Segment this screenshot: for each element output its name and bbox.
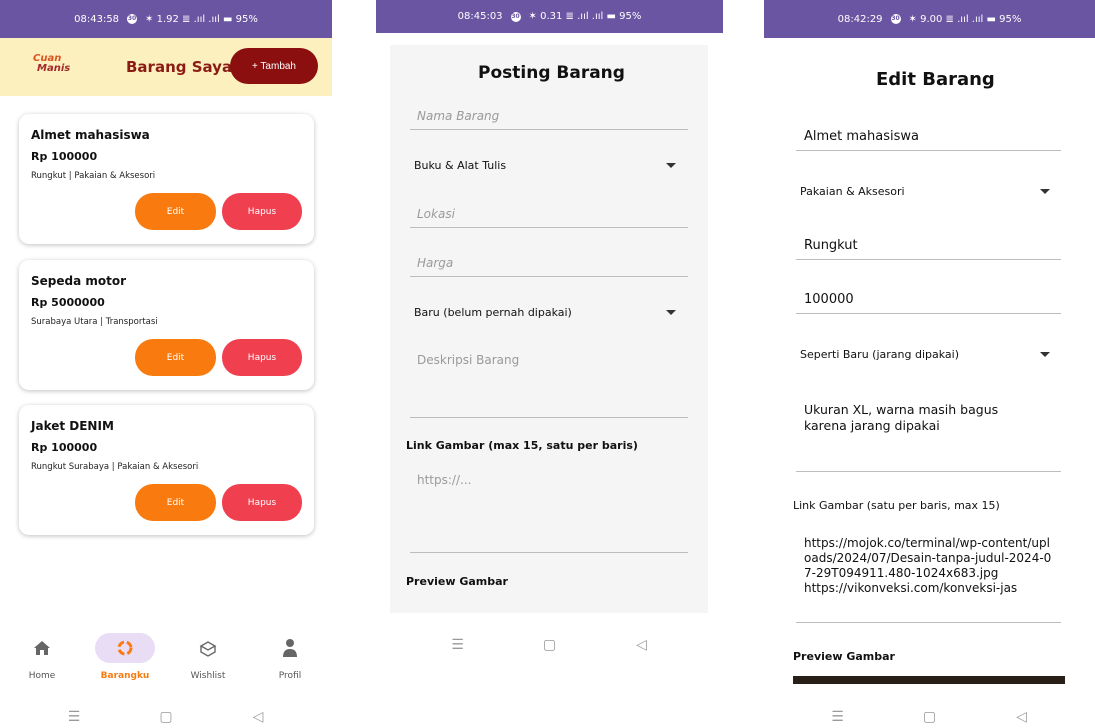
tab-label: Home bbox=[28, 671, 56, 681]
gift-icon bbox=[178, 633, 238, 663]
category-select[interactable]: Pakaian & Aksesori bbox=[800, 185, 1050, 198]
category-value: Pakaian & Aksesori bbox=[800, 185, 905, 198]
status-bar: 08:43:58 30 ✶ 1.92 ≣ .ııl .ııl ▬ 95% bbox=[0, 0, 332, 38]
item-name: Sepeda motor bbox=[31, 274, 127, 288]
preview-label: Preview Gambar bbox=[793, 650, 895, 663]
tab-label: Profil bbox=[278, 671, 302, 681]
back-icon[interactable]: ◁ bbox=[1011, 708, 1033, 726]
edit-button[interactable]: Edit bbox=[135, 193, 216, 230]
dropdown-caret-icon bbox=[666, 163, 676, 168]
condition-value: Baru (belum pernah dipakai) bbox=[414, 306, 572, 319]
status-icons: ✶ 9.00 ≣ .ııl .ııl ▬ 95% bbox=[908, 13, 1022, 25]
status-bar: 08:45:03 30 ✶ 0.31 ≣ .ııl .ııl ▬ 95% bbox=[376, 0, 723, 33]
status-bar: 08:42:29 30 ✶ 9.00 ≣ .ııl .ııl ▬ 95% bbox=[764, 0, 1095, 38]
delete-button[interactable]: Hapus bbox=[222, 339, 302, 376]
back-icon[interactable]: ◁ bbox=[631, 636, 653, 654]
delete-button[interactable]: Hapus bbox=[222, 193, 302, 230]
category-value: Buku & Alat Tulis bbox=[414, 159, 507, 172]
item-name: Almet mahasiswa bbox=[31, 128, 150, 142]
person-icon bbox=[260, 633, 320, 663]
menu-icon[interactable]: ☰ bbox=[63, 708, 85, 726]
status-icons: ✶ 1.92 ≣ .ııl .ııl ▬ 95% bbox=[145, 13, 258, 25]
edit-button[interactable]: Edit bbox=[135, 339, 216, 376]
notification-icon: 30 bbox=[890, 14, 901, 24]
phone-barang-saya: 08:43:58 30 ✶ 1.92 ≣ .ııl .ııl ▬ 95% Cua… bbox=[0, 0, 332, 728]
notification-icon: 30 bbox=[510, 11, 521, 22]
tab-label: Wishlist bbox=[190, 671, 226, 681]
phone-edit-barang: 08:42:29 30 ✶ 9.00 ≣ .ııl .ııl ▬ 95% Edi… bbox=[764, 0, 1095, 728]
home-square-icon[interactable]: ▢ bbox=[155, 708, 177, 726]
dropdown-caret-icon bbox=[1040, 352, 1050, 357]
item-price: Rp 100000 bbox=[31, 441, 98, 454]
page-title: Barang Saya bbox=[126, 58, 233, 76]
link-gambar-label: Link Gambar (satu per baris, max 15) bbox=[793, 499, 1000, 512]
preview-image bbox=[793, 676, 1065, 684]
harga-input[interactable]: Harga bbox=[410, 256, 688, 277]
item-meta: Rungkut | Pakaian & Aksesori bbox=[31, 171, 156, 181]
system-nav-bar: ☰ ▢ ◁ bbox=[376, 636, 723, 654]
page-title: Edit Barang bbox=[876, 69, 995, 90]
home-icon bbox=[12, 633, 72, 663]
item-meta: Rungkut Surabaya | Pakaian & Aksesori bbox=[31, 462, 199, 472]
item-price: Rp 5000000 bbox=[31, 296, 105, 309]
link-gambar-textarea[interactable]: https://mojok.co/terminal/wp-content/upl… bbox=[796, 536, 1061, 623]
condition-value: Seperti Baru (jarang dipakai) bbox=[800, 348, 959, 361]
page-title: Posting Barang bbox=[478, 63, 625, 83]
preview-label: Preview Gambar bbox=[406, 575, 508, 588]
dropdown-caret-icon bbox=[1040, 189, 1050, 194]
system-nav-bar: ☰ ▢ ◁ bbox=[764, 708, 1095, 726]
tab-profil[interactable]: Profil bbox=[255, 633, 325, 681]
deskripsi-textarea[interactable]: Deskripsi Barang bbox=[410, 353, 688, 418]
harga-input[interactable]: 100000 bbox=[796, 292, 1061, 314]
tab-home[interactable]: Home bbox=[7, 633, 77, 681]
nama-barang-input[interactable]: Nama Barang bbox=[410, 109, 688, 130]
add-item-button[interactable]: + Tambah bbox=[230, 48, 318, 84]
back-icon[interactable]: ◁ bbox=[247, 708, 269, 726]
condition-select[interactable]: Seperti Baru (jarang dipakai) bbox=[800, 348, 1050, 361]
status-time: 08:42:29 bbox=[837, 13, 883, 25]
condition-select[interactable]: Baru (belum pernah dipakai) bbox=[414, 306, 676, 319]
item-name: Jaket DENIM bbox=[31, 419, 114, 433]
menu-icon[interactable]: ☰ bbox=[827, 708, 849, 726]
item-meta: Surabaya Utara | Transportasi bbox=[31, 317, 158, 327]
system-nav-bar: ☰ ▢ ◁ bbox=[0, 708, 332, 726]
item-card: Almet mahasiswa Rp 100000 Rungkut | Paka… bbox=[19, 114, 314, 244]
form-panel: Posting Barang Nama Barang Buku & Alat T… bbox=[390, 45, 708, 613]
deskripsi-textarea[interactable]: Ukuran XL, warna masih bagus karena jara… bbox=[796, 402, 1061, 472]
home-square-icon[interactable]: ▢ bbox=[539, 636, 561, 654]
status-icons: ✶ 0.31 ≣ .ııl .ııl ▬ 95% bbox=[528, 11, 642, 22]
delete-button[interactable]: Hapus bbox=[222, 484, 302, 521]
category-select[interactable]: Buku & Alat Tulis bbox=[414, 159, 676, 172]
status-time: 08:45:03 bbox=[457, 11, 503, 22]
item-price: Rp 100000 bbox=[31, 150, 98, 163]
menu-icon[interactable]: ☰ bbox=[447, 636, 469, 654]
app-logo: Cuan Manis bbox=[33, 53, 71, 74]
link-gambar-textarea[interactable]: https://... bbox=[410, 473, 688, 553]
tab-barangku[interactable]: Barangku bbox=[90, 633, 160, 681]
tab-label: Barangku bbox=[100, 671, 150, 681]
status-time: 08:43:58 bbox=[74, 13, 120, 25]
home-square-icon[interactable]: ▢ bbox=[919, 708, 941, 726]
lokasi-input[interactable]: Lokasi bbox=[410, 207, 688, 228]
link-gambar-label: Link Gambar (max 15, satu per baris) bbox=[406, 439, 638, 452]
dropdown-caret-icon bbox=[666, 310, 676, 315]
phone-posting-barang: 08:45:03 30 ✶ 0.31 ≣ .ııl .ııl ▬ 95% Pos… bbox=[376, 0, 723, 728]
app-header: Cuan Manis Barang Saya + Tambah bbox=[0, 38, 332, 96]
notification-icon: 30 bbox=[127, 14, 138, 24]
nama-barang-input[interactable]: Almet mahasiswa bbox=[796, 129, 1061, 151]
tab-wishlist[interactable]: Wishlist bbox=[173, 633, 243, 681]
bottom-navigation: Home Barangku Wishlist Profil bbox=[0, 633, 332, 693]
lokasi-input[interactable]: Rungkut bbox=[796, 238, 1061, 260]
item-card: Jaket DENIM Rp 100000 Rungkut Surabaya |… bbox=[19, 405, 314, 535]
recycle-icon bbox=[95, 633, 155, 663]
edit-button[interactable]: Edit bbox=[135, 484, 216, 521]
item-card: Sepeda motor Rp 5000000 Surabaya Utara |… bbox=[19, 260, 314, 390]
